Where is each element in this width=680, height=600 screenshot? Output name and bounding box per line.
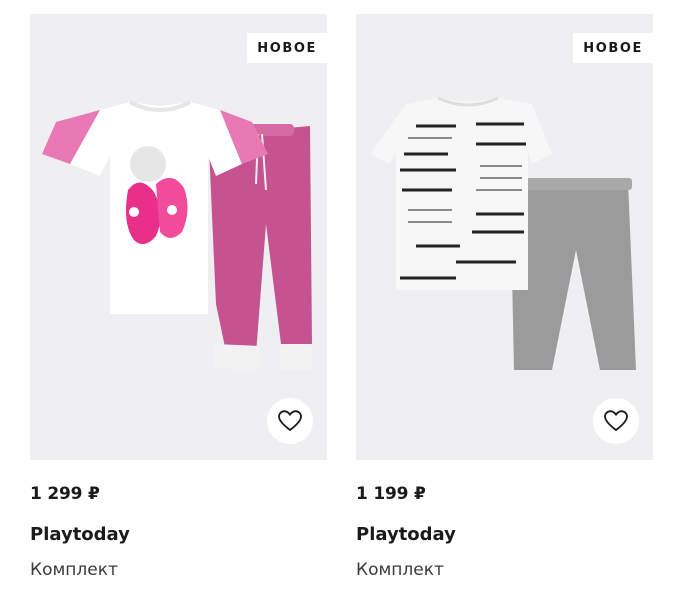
pink-pajama-set-image[interactable] <box>30 14 327 460</box>
new-badge: НОВОЕ <box>247 33 327 63</box>
favorite-button[interactable] <box>593 398 639 444</box>
product-brand[interactable]: Playtoday <box>356 524 653 545</box>
heart-outline-icon <box>278 410 302 432</box>
product-price: 1 299 ₽ <box>30 484 100 504</box>
product-price: 1 199 ₽ <box>356 484 426 504</box>
product-image-box[interactable]: НОВОЕ <box>30 14 327 460</box>
product-card[interactable]: НОВОЕ 1 199 ₽ Playtoday Комплект <box>356 14 653 580</box>
product-card[interactable]: НОВОЕ 1 299 ₽ Playtoday Комплект <box>30 14 327 580</box>
product-brand[interactable]: Playtoday <box>30 524 327 545</box>
favorite-button[interactable] <box>267 398 313 444</box>
graphic-tee-gray-leggings-image[interactable] <box>356 14 653 460</box>
new-badge: НОВОЕ <box>573 33 653 63</box>
product-type[interactable]: Комплект <box>30 560 327 580</box>
product-type[interactable]: Комплект <box>356 560 653 580</box>
product-image-box[interactable]: НОВОЕ <box>356 14 653 460</box>
heart-outline-icon <box>604 410 628 432</box>
